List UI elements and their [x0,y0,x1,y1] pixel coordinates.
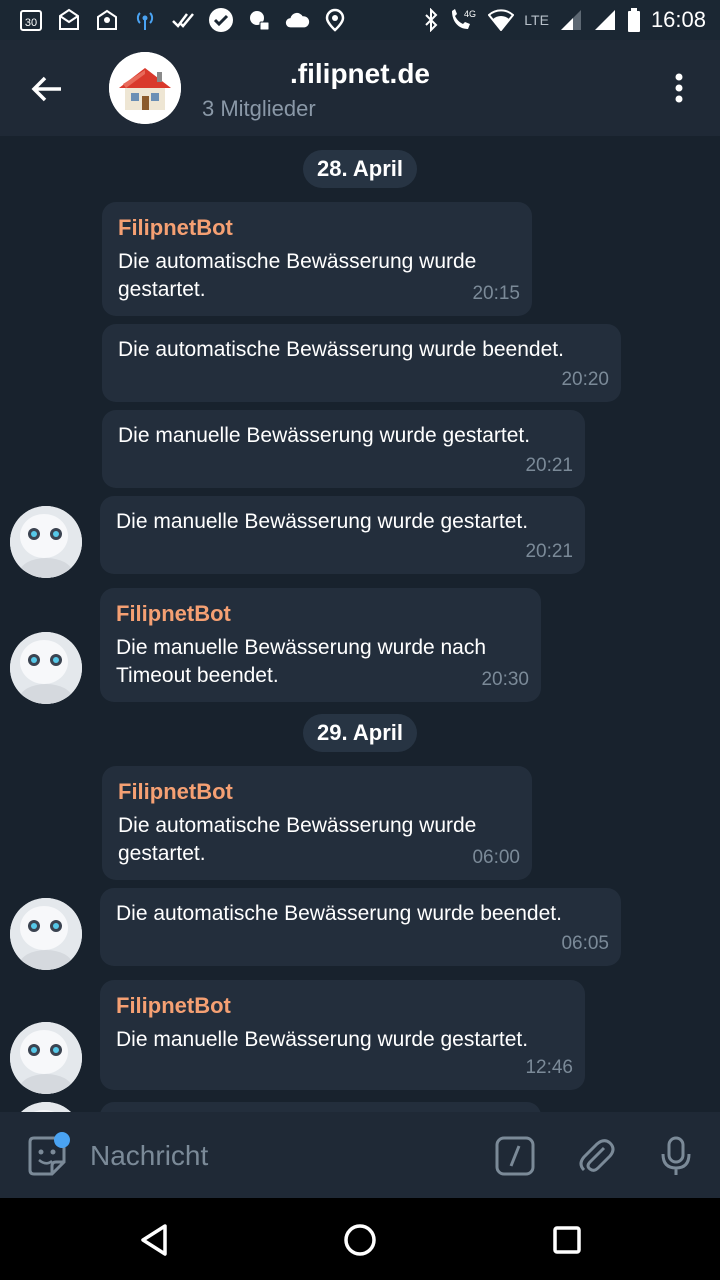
message-text: Die automatische Bewässerung wurde gesta… [118,814,477,865]
chat-title[interactable]: .filipnet.de [290,58,430,90]
bot-avatar[interactable] [10,1022,82,1094]
calendar-icon: 30 [18,7,44,33]
date-separator: 28. April [303,150,417,188]
group-avatar[interactable] [109,52,181,124]
sender-name[interactable]: FilipnetBot [118,214,516,242]
bot-avatar[interactable] [10,898,82,970]
photo-lock-icon [246,7,272,33]
battery-icon [627,8,640,32]
status-bar: 30 4G LTE 16:08 [0,0,720,40]
more-vertical-icon [675,73,683,103]
slash-command-icon [495,1136,535,1176]
mail-icon [56,7,82,33]
message-text: Die automatische Bewässerung wurde beend… [116,902,562,925]
date-separator: 29. April [303,714,417,752]
message-time: 20:21 [525,455,573,476]
wifi-icon [488,9,515,31]
message-time: 20:30 [481,669,529,690]
contact-mail-icon [94,7,120,33]
hotspot-icon [132,7,158,33]
message-text: Die automatische Bewässerung wurde gesta… [118,250,477,301]
message-bubble[interactable]: FilipnetBot Die manuelle Bewässerung wur… [100,980,585,1090]
message-text: Die manuelle Bewässerung wurde gestartet… [118,424,531,447]
location-icon [322,7,348,33]
status-notification-icons: 30 [18,6,348,34]
message-bubble-partial[interactable] [100,1102,541,1112]
notification-dot [54,1132,70,1148]
message-time: 20:15 [472,283,520,304]
triangle-back-icon [141,1224,167,1256]
message-bubble[interactable]: FilipnetBot Die manuelle Bewässerung wur… [100,588,541,702]
message-list[interactable]: 28. April FilipnetBot Die automatische B… [0,136,720,1112]
message-input[interactable] [90,1136,470,1176]
signal-icon-2 [594,10,615,30]
bot-avatar[interactable] [10,1102,82,1112]
svg-text:4G: 4G [464,9,476,19]
status-time: 16:08 [650,7,706,32]
volte-call-icon: 4G [452,9,476,29]
signal-icon [560,10,581,30]
bluetooth-icon [425,8,438,32]
bot-avatar[interactable] [10,506,82,578]
robot-icon [10,506,82,578]
cloud-icon [284,7,310,33]
circle-home-icon [344,1224,376,1256]
robot-icon [10,632,82,704]
status-system-icons: 4G LTE 16:08 [424,6,706,34]
message-bubble[interactable]: Die manuelle Bewässerung wurde gestartet… [102,410,585,488]
check-circle-icon [208,7,234,33]
message-text: Die manuelle Bewässerung wurde gestartet… [116,1028,529,1051]
member-count[interactable]: 3 Mitglieder [202,96,316,122]
nav-home-button[interactable] [336,1216,384,1264]
sender-name[interactable]: FilipnetBot [118,778,516,806]
house-icon [109,52,181,124]
message-text: Die manuelle Bewässerung wurde nach Time… [116,636,487,687]
message-bubble[interactable]: Die automatische Bewässerung wurde beend… [102,324,621,402]
square-recents-icon [553,1226,581,1254]
attach-button[interactable] [574,1134,618,1178]
message-bubble[interactable]: FilipnetBot Die automatische Bewässerung… [102,202,532,316]
message-bubble[interactable]: FilipnetBot Die automatische Bewässerung… [102,766,532,880]
bot-avatar[interactable] [10,632,82,704]
command-button[interactable] [493,1134,537,1178]
network-type-label: LTE [524,12,549,28]
robot-icon [10,1102,82,1112]
message-text: Die manuelle Bewässerung wurde gestartet… [116,510,529,533]
message-time: 06:00 [472,847,520,868]
nav-recents-button[interactable] [543,1216,591,1264]
chat-header: .filipnet.de 3 Mitglieder [0,40,720,136]
message-time: 06:05 [561,933,609,954]
system-navigation-bar [0,1198,720,1280]
microphone-icon [661,1136,691,1175]
message-time: 12:46 [525,1057,573,1078]
chat-screen: 30 4G LTE 16:08 .filipnet.de 3 Mitgliede… [0,0,720,1280]
message-time: 20:21 [525,541,573,562]
nav-back-button[interactable] [130,1216,178,1264]
message-text: Die automatische Bewässerung wurde beend… [118,338,564,361]
arrow-left-icon [31,76,61,102]
check-double-icon [170,7,196,33]
message-bubble[interactable]: Die manuelle Bewässerung wurde gestartet… [100,496,585,574]
more-menu-button[interactable] [662,66,696,110]
robot-icon [10,1022,82,1094]
svg-text:30: 30 [25,17,37,29]
paperclip-icon [579,1139,615,1172]
robot-icon [10,898,82,970]
back-button[interactable] [20,62,74,116]
sender-name[interactable]: FilipnetBot [116,600,525,628]
voice-button[interactable] [654,1134,698,1178]
sender-name[interactable]: FilipnetBot [116,992,569,1020]
message-input-bar [0,1112,720,1198]
message-time: 20:20 [561,369,609,390]
message-bubble[interactable]: Die automatische Bewässerung wurde beend… [100,888,621,966]
